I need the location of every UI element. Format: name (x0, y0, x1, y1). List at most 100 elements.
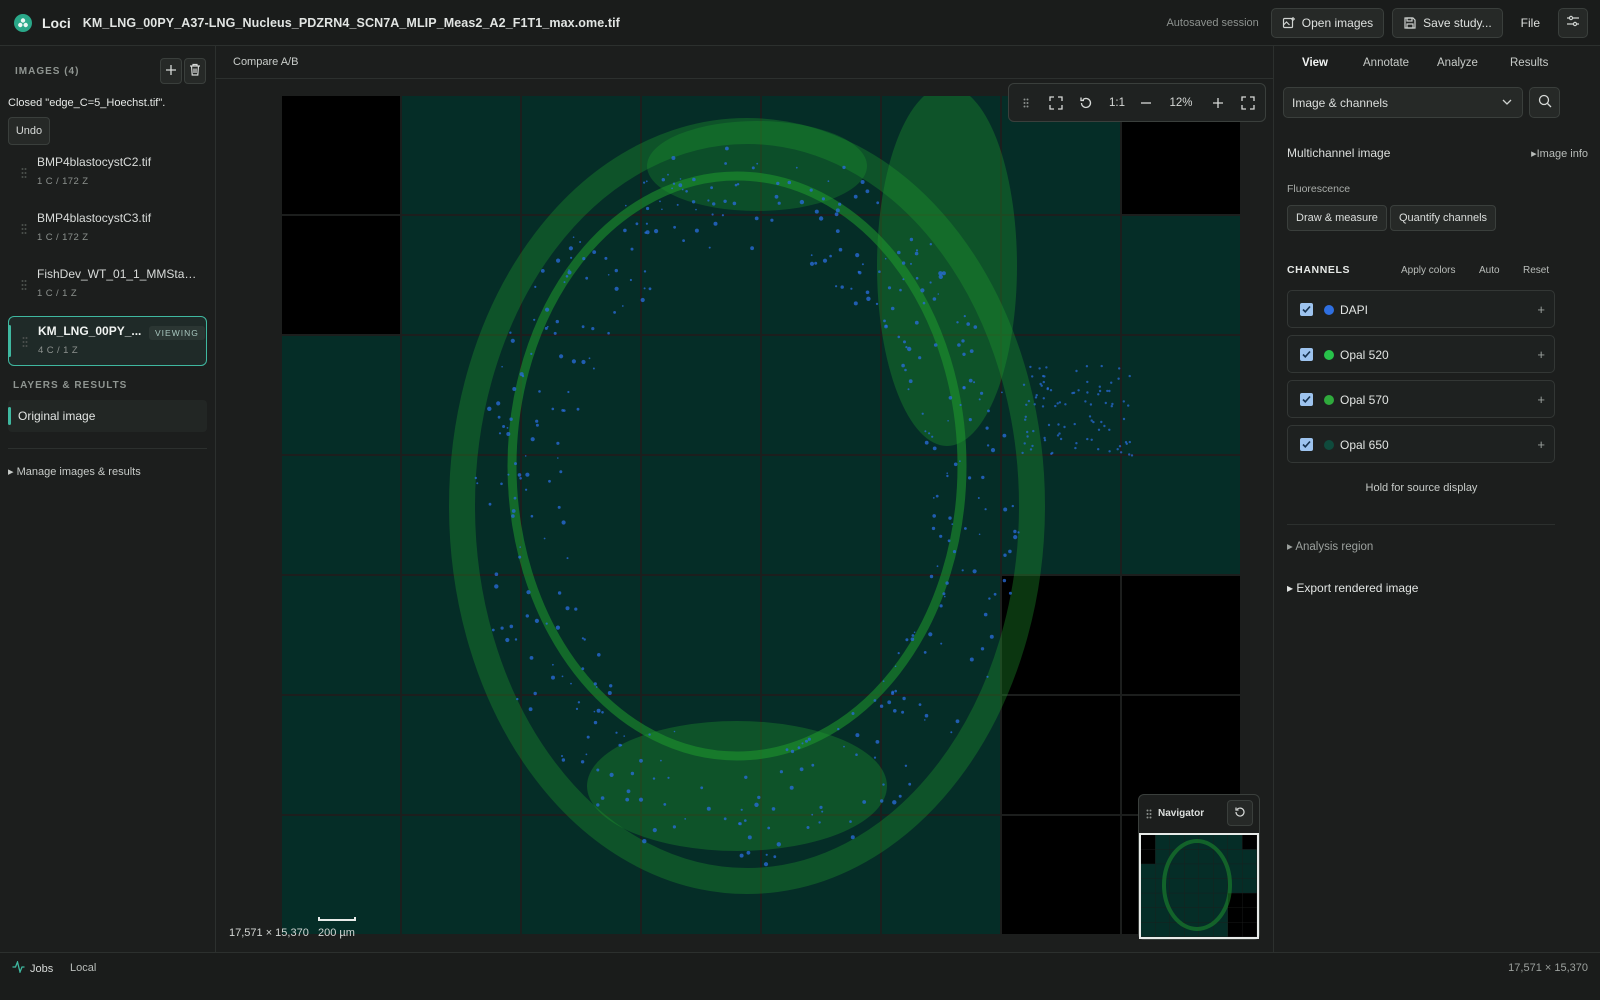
open-images-button[interactable]: Open images (1270, 7, 1385, 38)
channel-expand-icon[interactable]: + (1537, 392, 1545, 407)
channel-color-dot[interactable] (1324, 350, 1334, 360)
image-tile (762, 456, 880, 574)
nucleus-dot (581, 359, 586, 365)
manage-images-toggle[interactable]: ▸ Manage images & results (8, 465, 141, 478)
analysis-region-toggle[interactable]: ▸ Analysis region (1287, 539, 1373, 553)
undo-button[interactable]: Undo (8, 117, 50, 145)
channel-checkbox[interactable] (1300, 348, 1313, 361)
image-info-toggle[interactable]: ▸Image info (1531, 147, 1588, 160)
hold-source-display[interactable]: Hold for source display (1274, 482, 1569, 494)
drag-handle-icon[interactable] (22, 336, 28, 348)
tab-annotate[interactable]: Annotate (1363, 57, 1409, 69)
fullscreen-icon[interactable] (1237, 84, 1259, 121)
nucleus-dot (814, 261, 818, 265)
layer-item-original[interactable]: Original image (8, 400, 207, 432)
thumb-tile (1141, 878, 1156, 893)
nucleus-dot (981, 475, 985, 480)
fit-view-icon[interactable] (1045, 84, 1067, 121)
zoom-out-icon[interactable] (1135, 84, 1157, 121)
navigator-reset-button[interactable] (1227, 800, 1253, 826)
thumb-tile (1228, 922, 1243, 937)
nucleus-dot (1047, 423, 1051, 427)
nucleus-dot (834, 212, 839, 217)
nucleus-dot (684, 818, 687, 820)
delete-image-button[interactable] (184, 58, 206, 84)
nucleus-dot (1017, 531, 1020, 534)
rotate-icon[interactable] (1075, 84, 1097, 121)
activity-icon (12, 959, 25, 976)
save-study-button[interactable]: Save study... (1392, 7, 1503, 38)
nucleus-dot (1097, 393, 1100, 396)
zoom-in-icon[interactable] (1207, 84, 1229, 121)
toolbar-grip-icon[interactable] (1015, 84, 1037, 121)
nucleus-dot (966, 322, 970, 326)
channel-color-dot[interactable] (1324, 305, 1334, 315)
navigator-thumbnail[interactable] (1139, 833, 1259, 939)
panel-mode-select[interactable]: Image & channels (1283, 87, 1523, 118)
microscopy-image[interactable] (282, 96, 1242, 936)
nucleus-dot (592, 250, 597, 255)
nucleus-dot (902, 696, 906, 701)
channel-row[interactable]: Opal 570 + (1287, 380, 1555, 418)
nucleus-dot (661, 208, 663, 211)
nucleus-dot (904, 368, 907, 372)
channel-expand-icon[interactable]: + (1537, 302, 1545, 317)
tab-analyze[interactable]: Analyze (1437, 57, 1478, 69)
tab-results[interactable]: Results (1510, 57, 1548, 69)
channel-checkbox[interactable] (1300, 438, 1313, 451)
drag-handle-icon[interactable] (21, 167, 27, 179)
drag-handle-icon[interactable] (21, 279, 27, 291)
file-menu[interactable]: File (1511, 16, 1550, 30)
nucleus-dot (908, 782, 912, 786)
channel-row[interactable]: DAPI + (1287, 290, 1555, 328)
nucleus-dot (620, 744, 623, 747)
nucleus-dot (1127, 404, 1130, 407)
nucleus-dot (929, 243, 932, 246)
drag-handle-icon[interactable] (21, 223, 27, 235)
nucleus-dot (671, 187, 673, 190)
one-to-one-button[interactable]: 1:1 (1103, 84, 1131, 121)
channel-row[interactable]: Opal 650 + (1287, 425, 1555, 463)
channel-color-dot[interactable] (1324, 440, 1334, 450)
compare-ab-button[interactable]: Compare A/B (233, 56, 298, 68)
nucleus-dot (946, 474, 949, 478)
image-list-item-active[interactable]: KM_LNG_00PY_... VIEWING 4 C / 1 Z (8, 316, 207, 366)
nucleus-dot (623, 735, 625, 737)
nucleus-dot (548, 479, 551, 483)
quantify-channels-button[interactable]: Quantify channels (1390, 205, 1497, 231)
nucleus-dot (593, 720, 598, 725)
channel-expand-icon[interactable]: + (1537, 347, 1545, 362)
channel-checkbox[interactable] (1300, 303, 1313, 316)
image-list-item[interactable]: BMP4blastocystC2.tif 1 C / 172 Z (8, 148, 207, 198)
image-tile (882, 456, 1000, 574)
nucleus-dot (621, 305, 624, 307)
navigator-grip-icon[interactable] (1146, 809, 1152, 819)
divider (1287, 524, 1555, 525)
draw-measure-button[interactable]: Draw & measure (1287, 205, 1387, 231)
nucleus-dot (963, 315, 966, 318)
navigator-header[interactable]: Navigator (1139, 795, 1259, 831)
nucleus-dot (516, 697, 519, 701)
nucleus-dot (956, 321, 959, 324)
channel-color-dot[interactable] (1324, 395, 1334, 405)
nucleus-dot (695, 208, 697, 211)
checkmark-icon (1302, 395, 1311, 403)
jobs-button[interactable]: Jobs (12, 959, 53, 976)
apply-colors-button[interactable]: Apply colors (1401, 265, 1455, 276)
image-list-item[interactable]: BMP4blastocystC3.tif 1 C / 172 Z (8, 204, 207, 254)
add-image-button[interactable] (160, 58, 182, 84)
nucleus-dot (528, 707, 533, 712)
image-tile (762, 216, 880, 334)
channel-row[interactable]: Opal 520 + (1287, 335, 1555, 373)
nucleus-dot (530, 352, 533, 355)
auto-button[interactable]: Auto (1479, 265, 1500, 276)
search-button[interactable] (1529, 87, 1560, 118)
channel-expand-icon[interactable]: + (1537, 437, 1545, 452)
settings-button[interactable] (1558, 7, 1588, 38)
tab-view[interactable]: View (1302, 57, 1328, 69)
channel-checkbox[interactable] (1300, 393, 1313, 406)
export-image-toggle[interactable]: ▸ Export rendered image (1287, 581, 1418, 595)
reset-button[interactable]: Reset (1523, 265, 1549, 276)
image-list-item[interactable]: FishDev_WT_01_1_MMStack... 1 C / 1 Z (8, 260, 207, 310)
image-viewer[interactable]: Compare A/B 1:1 12% 17,571 × 15,370 200 … (216, 46, 1273, 952)
